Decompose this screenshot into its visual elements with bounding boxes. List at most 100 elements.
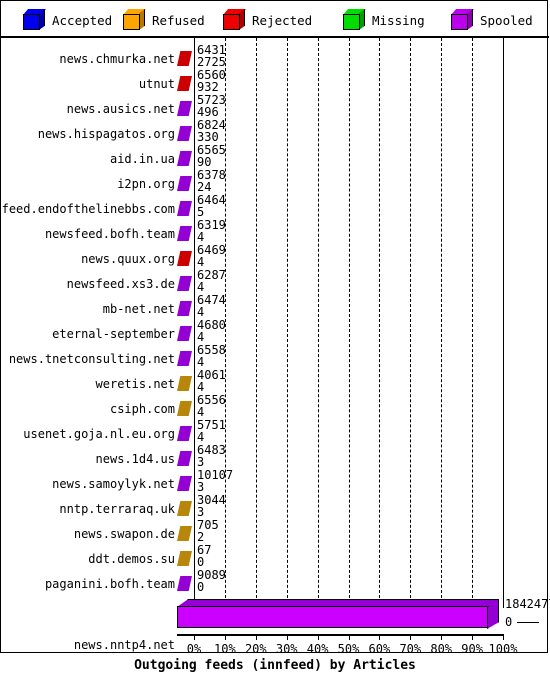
bar-value-bottom: 4 (197, 430, 205, 444)
bar-label: news.quux.org (81, 252, 175, 266)
bar-shape (177, 276, 192, 291)
x-axis-tick-label: 20% (244, 642, 267, 656)
bar-value-bottom: 24 (197, 180, 212, 194)
cube-front-face (123, 14, 140, 30)
legend-item-missing[interactable]: Missing (343, 7, 425, 33)
bar-value-bottom: 5 (197, 205, 205, 219)
bar-label-news-nntp4-net: news.nntp4.net (73, 638, 175, 652)
bar-value-bottom: 3 (197, 455, 205, 469)
bar-value-bottom: 330 (197, 130, 219, 144)
x-axis-tick-label: 0% (186, 642, 202, 656)
bar-value-bottom: 0 (197, 555, 205, 569)
table-row: weretis.net 4061 4 (1, 368, 549, 396)
bar-shape (177, 51, 192, 66)
bar-shape (177, 76, 192, 91)
table-row: csiph.com 6556 4 (1, 393, 549, 421)
x-axis-tick-label: 70% (399, 642, 422, 656)
table-row: paganini.bofh.team 9089 0 (1, 568, 549, 596)
legend-item-rejected[interactable]: Rejected (223, 7, 312, 33)
bar-shape (177, 351, 192, 366)
bar-value-bottom: 0 (197, 580, 205, 594)
bar-label: news.swapon.de (73, 527, 175, 541)
bar-value-bottom: 4 (197, 355, 205, 369)
table-row: usenet.goja.nl.eu.org 5751 4 (1, 418, 549, 446)
bar-value-bottom: 4 (197, 280, 205, 294)
bar-shape (177, 326, 192, 341)
bar-label: ddt.demos.su (88, 552, 175, 566)
cube-icon (451, 9, 474, 30)
table-row: newsfeed.bofh.team 6319 4 (1, 218, 549, 246)
legend-label: Spooled (480, 12, 533, 28)
bar-label: paganini.bofh.team (44, 577, 175, 591)
bar-shape (177, 526, 192, 541)
plot-area: news.chmurka.net 6431 2725 utnut 6560 932 news… (0, 38, 550, 673)
legend-label: Missing (372, 12, 425, 28)
table-row: news.samoylyk.net 10107 3 (1, 468, 549, 496)
legend-item-spooled[interactable]: Spooled (451, 7, 533, 33)
x-axis-tick-label: 10% (214, 642, 236, 656)
bar-label: utnut (138, 77, 175, 91)
bar-nntp-terraraq-uk[interactable]: 3044 3 (177, 493, 477, 521)
table-row: newsfeed.xs3.de 6287 4 (1, 268, 549, 296)
bar-value-bottom: 4 (197, 330, 205, 344)
x-axis-tick (255, 634, 257, 640)
bar-shape (177, 251, 192, 266)
bar-label: newsfeed.endofthelinebbs.com (0, 202, 175, 216)
bar-value-bottom: 4 (197, 405, 205, 419)
legend-item-accepted[interactable]: Accepted (23, 7, 112, 33)
bar-value-bottom: 3 (197, 480, 205, 494)
bar-label: news.1d4.us (95, 452, 175, 466)
x-axis-tick-label: 40% (306, 642, 329, 656)
table-row: aid.in.ua 6565 90 (1, 143, 549, 171)
cube-front-face (451, 14, 468, 30)
bar-label: news.hispagatos.org (37, 127, 175, 141)
bar-shape (177, 451, 192, 466)
bar-news-nntp4-net[interactable]: 1842477 0 (177, 597, 550, 637)
bar-shape (177, 501, 192, 516)
chart-legend: Accepted Refused Rejected Missing Spooled (1, 1, 549, 38)
bar-label: aid.in.ua (109, 152, 175, 166)
bar-label: news.ausics.net (66, 102, 175, 116)
bar-value-bottom: 2 (197, 530, 205, 544)
bar-shape (177, 151, 192, 166)
bar-shape (177, 176, 192, 191)
legend-label: Accepted (52, 12, 113, 28)
bar-label: i2pn.org (117, 177, 175, 191)
chart-x-axis-title: Outgoing feeds (innfeed) by Articles (134, 658, 416, 673)
bar-label: mb-net.net (102, 302, 175, 316)
bar-label: eternal-september (52, 327, 175, 341)
bar-shape (177, 576, 192, 591)
x-axis-tick (472, 634, 474, 640)
table-row: mb-net.net 6474 4 (1, 293, 549, 321)
table-row: news.quux.org 6469 4 (1, 243, 549, 271)
x-axis-tick (410, 634, 412, 640)
bar-label: nntp.terraraq.uk (59, 502, 175, 516)
table-row: newsfeed.endofthelinebbs.com64645 (0, 193, 549, 221)
x-axis-tick (286, 634, 288, 640)
x-axis-tick-label: 90% (461, 642, 483, 656)
table-row: nntp.terraraq.uk 3044 3 (1, 493, 549, 521)
x-axis-tick (503, 634, 504, 640)
bar-label: newsfeed.bofh.team (44, 227, 175, 241)
bar-label: news.chmurka.net (59, 52, 175, 66)
bar-shape (177, 476, 192, 491)
bar-label: csiph.com (109, 402, 175, 416)
legend-item-refused[interactable]: Refused (123, 7, 205, 33)
legend-label: Rejected (252, 12, 313, 28)
bar-shape (177, 301, 192, 316)
cube-front-face (343, 14, 360, 30)
x-axis-tick (317, 634, 319, 640)
bar-value-bottom: 90 (197, 155, 212, 169)
bar-label: weretis.net (95, 377, 175, 391)
x-axis-tick-label: 60% (368, 642, 391, 656)
x-axis-tick (224, 634, 226, 640)
bar-news-swapon-de[interactable]: 705 2 (177, 518, 477, 546)
bar-value-bottom: 496 (197, 105, 219, 119)
x-axis-tick (348, 634, 350, 640)
bar-label: news.samoylyk.net (52, 477, 175, 491)
bar-value-bottom: 932 (197, 80, 219, 94)
x-axis-tick-label: 80% (430, 642, 453, 656)
cube-front-face (223, 14, 240, 30)
bar-value-bottom: 0 (505, 615, 513, 629)
bar-paganini-bofh-team[interactable]: 9089 0 (177, 568, 477, 596)
